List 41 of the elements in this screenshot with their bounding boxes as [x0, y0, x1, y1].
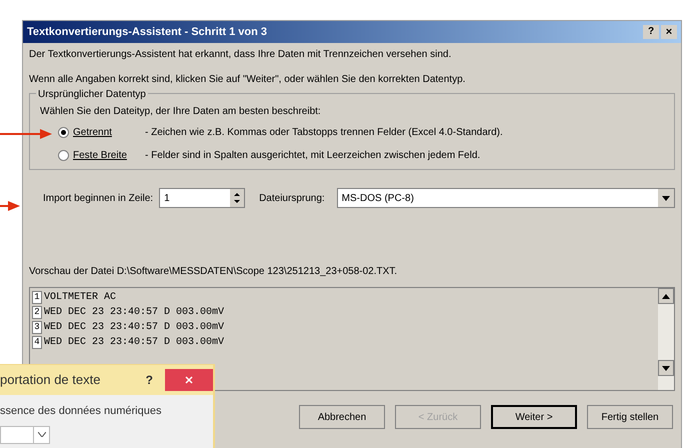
dropdown-arrow-icon[interactable]	[33, 426, 49, 442]
preview-line: WED DEC 23 23:40:57 D 003.00mV	[43, 306, 224, 320]
option-description: - Felder sind in Spalten ausgerichtet, mit Leerzeichen zwischen jedem Feld.	[145, 149, 480, 163]
radio-label[interactable]: Getrennt	[69, 125, 145, 140]
preview-line: WED DEC 23 23:40:57 D 003.00mV	[43, 321, 224, 335]
dialog-button[interactable]: Fertig stellen	[587, 405, 673, 429]
field-label: Dateiursprung:	[259, 192, 325, 206]
dialog-button[interactable]: Weiter >	[491, 405, 577, 429]
line-number: 4	[32, 336, 42, 349]
window-title: portation de texte	[0, 371, 100, 390]
preview-label: Vorschau der Datei D:\Software\MESSDATEN\Scope 123\251213_23+058-02.TXT.	[29, 265, 398, 279]
radio-button[interactable]	[58, 127, 69, 138]
group-legend: Ursprünglicher Datentyp	[36, 87, 148, 102]
close-icon	[185, 376, 193, 384]
line-number: 2	[32, 306, 42, 319]
scroll-down-icon[interactable]	[658, 360, 674, 376]
spin-field[interactable]: 1	[159, 188, 246, 208]
close-button[interactable]: ×	[661, 25, 677, 39]
preview-line: VOLTMETER AC	[43, 291, 116, 305]
scrollbar[interactable]	[658, 288, 674, 390]
window-title: Textkonvertierungs-Assistent - Schritt 1 von 3	[27, 24, 268, 40]
line-number: 3	[32, 321, 42, 334]
dropdown-field[interactable]	[0, 426, 50, 444]
help-button[interactable]: ?	[643, 25, 659, 39]
radio-label[interactable]: Feste Breite	[69, 148, 145, 163]
line-number: 1	[32, 291, 42, 304]
arrow	[0, 200, 20, 212]
scroll-up-icon[interactable]	[658, 288, 674, 304]
spin-arrows-icon[interactable]	[230, 189, 244, 207]
option-description: - Zeichen wie z.B. Kommas oder Tabstopps trennen Felder (Excel 4.0-Standard).	[145, 126, 503, 140]
help-button[interactable]: ?	[146, 371, 153, 389]
dialog-button[interactable]: Abbrechen	[299, 405, 385, 429]
intro-text: Wenn alle Angaben korrekt sind, klicken Sie auf "Weiter", oder wählen Sie den korrekten Datentyp.	[29, 73, 466, 87]
preview-line: WED DEC 23 23:40:57 D 003.00mV	[43, 336, 224, 350]
prompt-text: Wählen Sie den Dateityp, der Ihre Daten am besten beschreibt:	[40, 105, 322, 119]
intro-text: Der Textkonvertierungs-Assistent hat erkannt, dass Ihre Daten mit Trennzeichen versehen sind.	[29, 48, 452, 62]
origin-dropdown[interactable]: MS-DOS (PC-8)	[336, 188, 675, 208]
arrow	[0, 128, 52, 140]
field-label: Import beginnen in Zeile:	[42, 192, 154, 206]
radio-button[interactable]	[58, 150, 69, 161]
body-text: ssence des données numériques	[0, 404, 162, 419]
